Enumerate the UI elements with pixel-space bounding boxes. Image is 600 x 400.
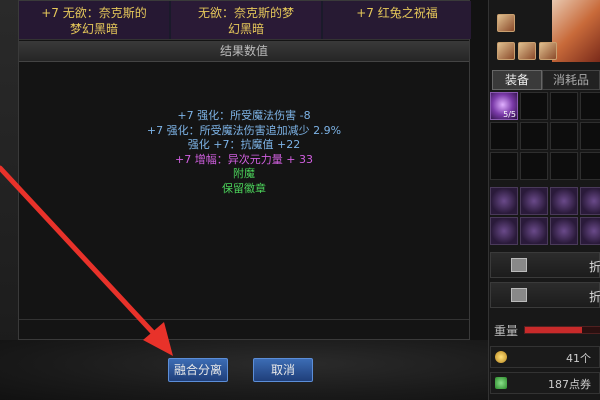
action-label: 折 [589,290,600,304]
cera-amount: 187点券 [548,378,591,391]
inventory-slot[interactable] [580,217,600,245]
inventory-slot[interactable] [580,92,600,120]
inventory-slot[interactable] [520,122,548,150]
weight-bar [524,326,600,334]
weight-bar-fill [525,327,582,333]
cancel-button[interactable]: 取消 [253,358,313,382]
dialog-bottom-frame [19,319,469,340]
result-line: 附魔 [233,167,255,180]
inventory-slot[interactable] [580,122,600,150]
inventory-slot[interactable]: 5/5 [490,92,518,120]
equipment-name-2-line2: 幻黑暗 [227,22,264,36]
action-row-1[interactable]: 折 [490,252,600,278]
result-values-list: +7 强化：所受魔法伤害 -8 +7 强化：所受魔法伤害追加减少 2.9% 强化… [19,109,469,196]
cera-icon [495,377,507,389]
result-values-header: 结果数值 [19,41,469,62]
inventory-grid: 5/5 [490,92,600,248]
equipment-name-1: +7 无欲：奈克斯的 梦幻黑暗 [19,1,169,39]
inventory-slot[interactable] [490,187,518,215]
result-line: 强化 +7：抗魔值 +22 [187,138,301,151]
equipment-name-1-line1: +7 无欲：奈克斯的 [41,6,147,20]
equipment-name-2: 无欲：奈克斯的梦 幻黑暗 [171,1,321,39]
result-line: +7 强化：所受魔法伤害追加减少 2.9% [146,123,342,137]
inventory-slot[interactable] [550,217,578,245]
background-scene [0,340,488,400]
action-row-2[interactable]: 折 [490,282,600,308]
tab-consumables[interactable]: 消耗品 [542,70,600,90]
buff-icon[interactable] [497,14,515,32]
inventory-slot[interactable] [520,217,548,245]
gold-amount: 41个 [566,352,591,365]
tray-icon [511,258,527,272]
inventory-slot[interactable] [550,92,578,120]
inventory-slot[interactable] [490,217,518,245]
inventory-slot[interactable] [490,122,518,150]
equipment-name-1-line2: 梦幻黑暗 [69,22,118,36]
inventory-slot[interactable] [520,92,548,120]
inventory-slot[interactable] [490,152,518,180]
inventory-slot[interactable] [520,187,548,215]
weight-label: 重量 [494,324,519,338]
fusion-separate-dialog: +7 无欲：奈克斯的 梦幻黑暗 无欲：奈克斯的梦 幻黑暗 +7 红兔之祝福 结果… [18,0,471,340]
fuse-separate-button[interactable]: 融合分离 [168,358,228,382]
equipment-name-row: +7 无欲：奈克斯的 梦幻黑暗 无欲：奈克斯的梦 幻黑暗 +7 红兔之祝福 [19,1,471,40]
buff-icon[interactable] [518,42,536,60]
result-line: +7 强化：所受魔法伤害 -8 [177,109,311,122]
tab-equipment[interactable]: 装备 [492,70,542,90]
buff-icon[interactable] [497,42,515,60]
cera-row: 187点券 [490,372,600,394]
action-label: 折 [589,260,600,274]
inventory-slot[interactable] [580,187,600,215]
inventory-slot[interactable] [580,152,600,180]
character-portrait [552,0,600,62]
equipment-name-2-line1: 无欲：奈克斯的梦 [197,6,294,20]
buff-icon[interactable] [539,42,557,60]
inventory-slot[interactable] [520,152,548,180]
inventory-slot[interactable] [550,122,578,150]
tray-icon [511,288,527,302]
gold-coin-icon [495,351,507,363]
inventory-slot[interactable] [550,187,578,215]
equipment-name-3-line1: +7 红兔之祝福 [356,6,438,20]
gold-row: 41个 [490,346,600,368]
equipment-name-3: +7 红兔之祝福 [323,1,471,39]
result-line: +7 增幅：异次元力量 + 33 [175,152,313,166]
item-quantity: 5/5 [503,110,516,119]
result-line: 保留徽章 [222,181,266,195]
inventory-slot[interactable] [550,152,578,180]
